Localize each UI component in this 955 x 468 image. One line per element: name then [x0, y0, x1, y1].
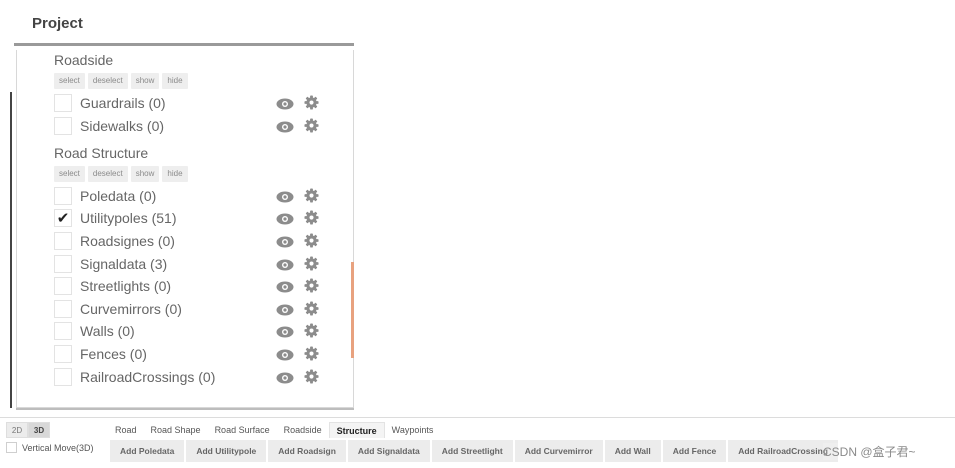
section-actions: select deselect show hide	[54, 73, 188, 89]
layer-item[interactable]: Signaldata (3)	[54, 255, 334, 275]
layer-checkbox[interactable]: ✔	[54, 209, 72, 227]
gear-icon[interactable]	[304, 278, 319, 293]
eye-icon[interactable]	[276, 235, 294, 248]
deselect-button[interactable]: deselect	[87, 166, 128, 182]
deselect-button[interactable]: deselect	[87, 73, 128, 89]
mode-2d-button[interactable]: 2D	[6, 422, 28, 438]
add-wall-button[interactable]: Add Wall	[604, 440, 661, 462]
eye-icon[interactable]	[276, 97, 294, 110]
gear-icon[interactable]	[304, 369, 319, 384]
gear-icon[interactable]	[304, 210, 319, 225]
add-utilitypole-button[interactable]: Add Utilitypole	[186, 440, 267, 462]
layer-item[interactable]: Guardrails (0)	[54, 94, 334, 114]
layer-checkbox[interactable]	[54, 322, 72, 340]
layer-item[interactable]: Streetlights (0)	[54, 277, 334, 297]
layer-label: RailroadCrossings (0)	[80, 369, 216, 385]
add-object-toolbar: Add Poledata Add Utilitypole Add Roadsign A…	[110, 440, 838, 462]
project-panel-header: Project	[14, 0, 354, 46]
layer-label: Sidewalks (0)	[80, 118, 165, 134]
tab-road-surface[interactable]: Road Surface	[208, 422, 277, 438]
hide-button[interactable]: hide	[162, 73, 188, 89]
category-tabs: Road Road Shape Road Surface Roadside Struct…	[108, 422, 440, 438]
view-mode-toggle: 2D 3D	[6, 422, 50, 438]
add-roadsign-button[interactable]: Add Roadsign	[268, 440, 346, 462]
layer-checkbox[interactable]	[54, 187, 72, 205]
gear-icon[interactable]	[304, 95, 319, 110]
eye-icon[interactable]	[276, 348, 294, 361]
layer-item[interactable]: Poledata (0)	[54, 187, 334, 207]
add-poledata-button[interactable]: Add Poledata	[110, 440, 185, 462]
eye-icon[interactable]	[276, 280, 294, 293]
add-curvemirror-button[interactable]: Add Curvemirror	[514, 440, 603, 462]
gear-icon[interactable]	[304, 188, 319, 203]
panel-title: Project	[32, 15, 83, 32]
layer-checkbox[interactable]	[54, 117, 72, 135]
vertical-move-checkbox[interactable]	[6, 442, 17, 453]
layer-list-scrollbar[interactable]	[351, 262, 354, 358]
tab-road-shape[interactable]: Road Shape	[144, 422, 208, 438]
layer-label: Utilitypoles (51)	[80, 210, 177, 226]
layer-checkbox[interactable]	[54, 94, 72, 112]
layer-item[interactable]: ✔ Utilitypoles (51)	[54, 209, 334, 229]
layer-item[interactable]: RailroadCrossings (0)	[54, 368, 334, 388]
gear-icon[interactable]	[304, 118, 319, 133]
layer-label: Streetlights (0)	[80, 278, 172, 294]
select-button[interactable]: select	[54, 166, 85, 182]
layer-item[interactable]: Roadsignes (0)	[54, 232, 334, 252]
gear-icon[interactable]	[304, 256, 319, 271]
layer-label: Fences (0)	[80, 346, 147, 362]
eye-icon[interactable]	[276, 212, 294, 225]
layer-label: Signaldata (3)	[80, 256, 168, 272]
layer-checkbox[interactable]	[54, 255, 72, 273]
layer-checkbox[interactable]	[54, 232, 72, 250]
hide-button[interactable]: hide	[162, 166, 188, 182]
layer-item[interactable]: Sidewalks (0)	[54, 117, 334, 137]
add-streetlight-button[interactable]: Add Streetlight	[431, 440, 513, 462]
layer-checkbox[interactable]	[54, 345, 72, 363]
section-title: Roadside	[54, 52, 114, 68]
tab-road[interactable]: Road	[108, 422, 144, 438]
add-fence-button[interactable]: Add Fence	[662, 440, 727, 462]
panel-divider	[10, 92, 12, 408]
section-actions: select deselect show hide	[54, 166, 188, 182]
watermark: CSDN @盒子君~	[823, 443, 916, 460]
layer-label: Roadsignes (0)	[80, 233, 175, 249]
layer-label: Guardrails (0)	[80, 95, 166, 111]
layer-label: Walls (0)	[80, 323, 135, 339]
tab-roadside[interactable]: Roadside	[277, 422, 329, 438]
layer-checkbox[interactable]	[54, 277, 72, 295]
layer-label: Curvemirrors (0)	[80, 301, 182, 317]
gear-icon[interactable]	[304, 323, 319, 338]
toolbar-divider	[0, 417, 955, 418]
eye-icon[interactable]	[276, 371, 294, 384]
select-button[interactable]: select	[54, 73, 85, 89]
layer-item[interactable]: Fences (0)	[54, 345, 334, 365]
show-button[interactable]: show	[130, 166, 160, 182]
layer-item[interactable]: Curvemirrors (0)	[54, 300, 334, 320]
layer-checkbox[interactable]	[54, 300, 72, 318]
vertical-move-toggle[interactable]: Vertical Move(3D)	[6, 442, 94, 453]
show-button[interactable]: show	[130, 73, 160, 89]
layer-item[interactable]: Walls (0)	[54, 322, 334, 342]
tab-waypoints[interactable]: Waypoints	[385, 422, 441, 438]
section-title: Road Structure	[54, 145, 149, 161]
panel-bottom-rule	[16, 408, 354, 410]
vertical-move-label: Vertical Move(3D)	[22, 442, 94, 453]
eye-icon[interactable]	[276, 120, 294, 133]
eye-icon[interactable]	[276, 258, 294, 271]
eye-icon[interactable]	[276, 303, 294, 316]
add-railroadcrossing-button[interactable]: Add RailroadCrossing	[728, 440, 838, 462]
layer-checkbox[interactable]	[54, 368, 72, 386]
eye-icon[interactable]	[276, 325, 294, 338]
tab-structure[interactable]: Structure	[328, 422, 385, 438]
eye-icon[interactable]	[276, 190, 294, 203]
add-signaldata-button[interactable]: Add Signaldata	[347, 440, 430, 462]
layer-label: Poledata (0)	[80, 188, 157, 204]
gear-icon[interactable]	[304, 233, 319, 248]
mode-3d-button[interactable]: 3D	[28, 422, 50, 438]
gear-icon[interactable]	[304, 346, 319, 361]
gear-icon[interactable]	[304, 301, 319, 316]
